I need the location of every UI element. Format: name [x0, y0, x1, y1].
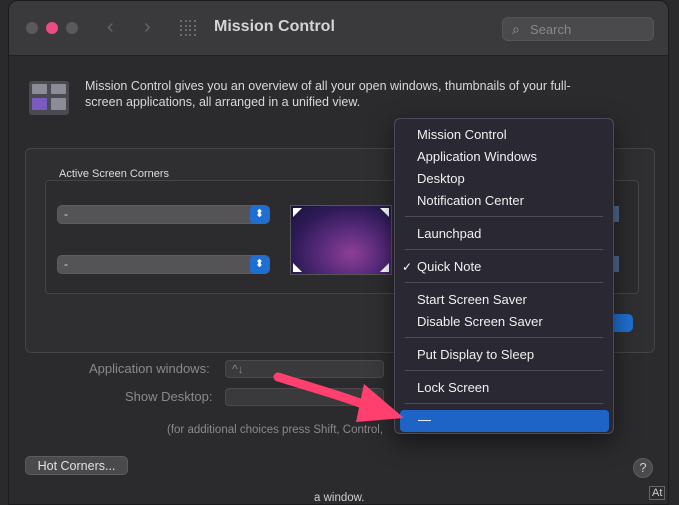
top-left-corner-select[interactable]: - ⬍ [57, 205, 270, 224]
window-title: Mission Control [214, 18, 335, 35]
bottom-left-corner-value: - [64, 257, 68, 271]
menu-separator [405, 249, 603, 250]
checkmark-icon: ✓ [402, 260, 413, 274]
menu-separator [405, 403, 603, 404]
show-all-grid-icon[interactable] [180, 20, 196, 36]
menu-item-put-display-to-sleep[interactable]: Put Display to Sleep [417, 347, 534, 362]
back-arrow-icon[interactable]: ‹ [107, 16, 114, 39]
menu-item-launchpad[interactable]: Launchpad [417, 226, 481, 241]
search-placeholder: Search [530, 22, 572, 37]
bottom-left-corner-select[interactable]: - ⬍ [57, 255, 270, 274]
forward-arrow-icon[interactable]: › [144, 16, 151, 39]
title-bar: ‹ › Mission Control ⌕ Search [9, 1, 668, 56]
close-window-button[interactable] [26, 22, 38, 34]
corner-action-menu: Mission Control Application Windows Desk… [394, 118, 614, 434]
menu-item-application-windows[interactable]: Application Windows [417, 149, 537, 164]
help-button[interactable]: ? [633, 458, 653, 478]
chevron-updown-icon: ⬍ [250, 255, 269, 274]
menu-item-mission-control[interactable]: Mission Control [417, 127, 507, 142]
menu-item-desktop[interactable]: Desktop [417, 171, 465, 186]
desktop-preview-thumbnail [290, 205, 392, 275]
show-desktop-select[interactable] [225, 388, 384, 406]
active-corners-label: Active Screen Corners [56, 168, 173, 180]
show-desktop-label: Show Desktop: [125, 389, 213, 404]
search-icon: ⌕ [512, 21, 520, 37]
app-windows-value: ^↓ [232, 362, 244, 376]
modifier-keys-note: (for additional choices press Shift, Con… [167, 424, 384, 436]
corner-marker-icon [293, 208, 302, 217]
menu-item-none-label: — [418, 412, 431, 427]
menu-item-start-screen-saver[interactable]: Start Screen Saver [417, 292, 527, 307]
corner-marker-icon [380, 263, 389, 272]
tooltip-fragment: At [649, 486, 666, 500]
corner-marker-icon [293, 263, 302, 272]
hot-corners-button[interactable]: Hot Corners... [25, 456, 128, 475]
menu-item-none[interactable]: — [400, 410, 609, 432]
menu-item-notification-center[interactable]: Notification Center [417, 193, 524, 208]
menu-item-lock-screen[interactable]: Lock Screen [417, 380, 489, 395]
menu-separator [405, 282, 603, 283]
app-windows-label: Application windows: [89, 361, 210, 376]
app-windows-select[interactable]: ^↓ [225, 360, 384, 378]
corner-marker-icon [380, 208, 389, 217]
minimize-window-button[interactable] [46, 22, 58, 34]
top-left-corner-value: - [64, 207, 68, 221]
chevron-updown-icon: ⬍ [250, 205, 269, 224]
menu-separator [405, 216, 603, 217]
pane-description: Mission Control gives you an overview of… [85, 79, 571, 109]
menu-item-disable-screen-saver[interactable]: Disable Screen Saver [417, 314, 543, 329]
menu-item-quick-note[interactable]: Quick Note [417, 259, 481, 274]
search-field[interactable]: ⌕ Search [502, 17, 654, 41]
tooltip-text: a window. [314, 492, 365, 504]
menu-separator [405, 370, 603, 371]
zoom-window-button[interactable] [66, 22, 78, 34]
menu-separator [405, 337, 603, 338]
mission-control-icon [29, 81, 69, 115]
